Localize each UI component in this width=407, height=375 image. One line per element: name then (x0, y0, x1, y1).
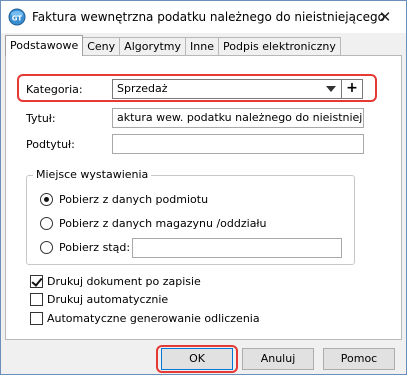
radio-button-checked[interactable] (40, 193, 53, 206)
chevron-down-icon[interactable] (326, 86, 336, 92)
checkbox[interactable] (30, 293, 43, 306)
add-kategoria-button[interactable]: + (341, 79, 363, 99)
radio-button[interactable] (40, 217, 53, 230)
help-button[interactable]: Pomoc (323, 348, 395, 370)
kategoria-value: Sprzedaż (117, 82, 168, 95)
checkbox-label-automatyczne-odliczenie: Automatyczne generowanie odliczenia (47, 312, 260, 325)
podtytul-label: Podtytuł: (26, 138, 75, 151)
tab-bar: Podstawowe Ceny Algorytmy Inne Podpis el… (5, 35, 341, 56)
tab-inne[interactable]: Inne (185, 37, 220, 56)
podtytul-field[interactable] (112, 134, 364, 154)
pobierz-stad-field[interactable] (132, 238, 342, 258)
radio-button[interactable] (40, 241, 53, 254)
radio-label-magazyn: Pobierz z danych magazynu /oddziału (59, 217, 267, 230)
title-bar[interactable]: GT Faktura wewnętrzna podatku należnego … (1, 1, 406, 33)
kategoria-select[interactable]: Sprzedaż (112, 79, 342, 99)
checkbox-drukuj-automatycznie[interactable]: Drukuj automatycznie (30, 293, 168, 306)
close-icon[interactable]: ✕ (371, 5, 399, 29)
radio-label-stad: Pobierz stąd: (59, 241, 131, 254)
checkbox-automatyczne-odliczenie[interactable]: Automatyczne generowanie odliczenia (30, 312, 260, 325)
window-title: Faktura wewnętrzna podatku należnego do … (32, 10, 385, 24)
radio-pobierz-podmiot[interactable]: Pobierz z danych podmiotu (40, 193, 208, 206)
radio-pobierz-magazyn[interactable]: Pobierz z danych magazynu /oddziału (40, 217, 267, 230)
radio-label-podmiot: Pobierz z danych podmiotu (59, 193, 209, 206)
svg-text:GT: GT (12, 15, 23, 23)
checkbox-label-drukuj-automatycznie: Drukuj automatycznie (47, 293, 169, 306)
checkbox-checked[interactable] (30, 275, 43, 288)
tytul-field[interactable]: aktura wew. podatku należnego do nieistn… (112, 108, 364, 128)
tab-panel-podstawowe: Kategoria: Sprzedaż + Tytuł: aktura wew.… (5, 55, 402, 340)
tab-algorytmy[interactable]: Algorytmy (119, 37, 187, 56)
kategoria-label: Kategoria: (26, 83, 83, 96)
checkbox-drukuj-po-zapisie[interactable]: Drukuj dokument po zapisie (30, 275, 201, 288)
tab-podstawowe[interactable]: Podstawowe (5, 35, 84, 56)
ok-button[interactable]: OK (161, 348, 233, 370)
tab-ceny[interactable]: Ceny (82, 37, 121, 56)
cancel-button[interactable]: Anuluj (242, 348, 314, 370)
radio-pobierz-stad[interactable]: Pobierz stąd: (40, 241, 130, 254)
checkbox[interactable] (30, 312, 43, 325)
app-icon: GT (8, 8, 26, 26)
dialog-window: GT Faktura wewnętrzna podatku należnego … (0, 0, 407, 375)
checkbox-label-drukuj-po-zapisie: Drukuj dokument po zapisie (47, 275, 201, 288)
tytul-label: Tytuł: (26, 112, 56, 125)
miejsce-wystawienia-legend: Miejsce wystawienia (33, 168, 152, 181)
tab-podpis-elektroniczny[interactable]: Podpis elektroniczny (218, 37, 341, 56)
